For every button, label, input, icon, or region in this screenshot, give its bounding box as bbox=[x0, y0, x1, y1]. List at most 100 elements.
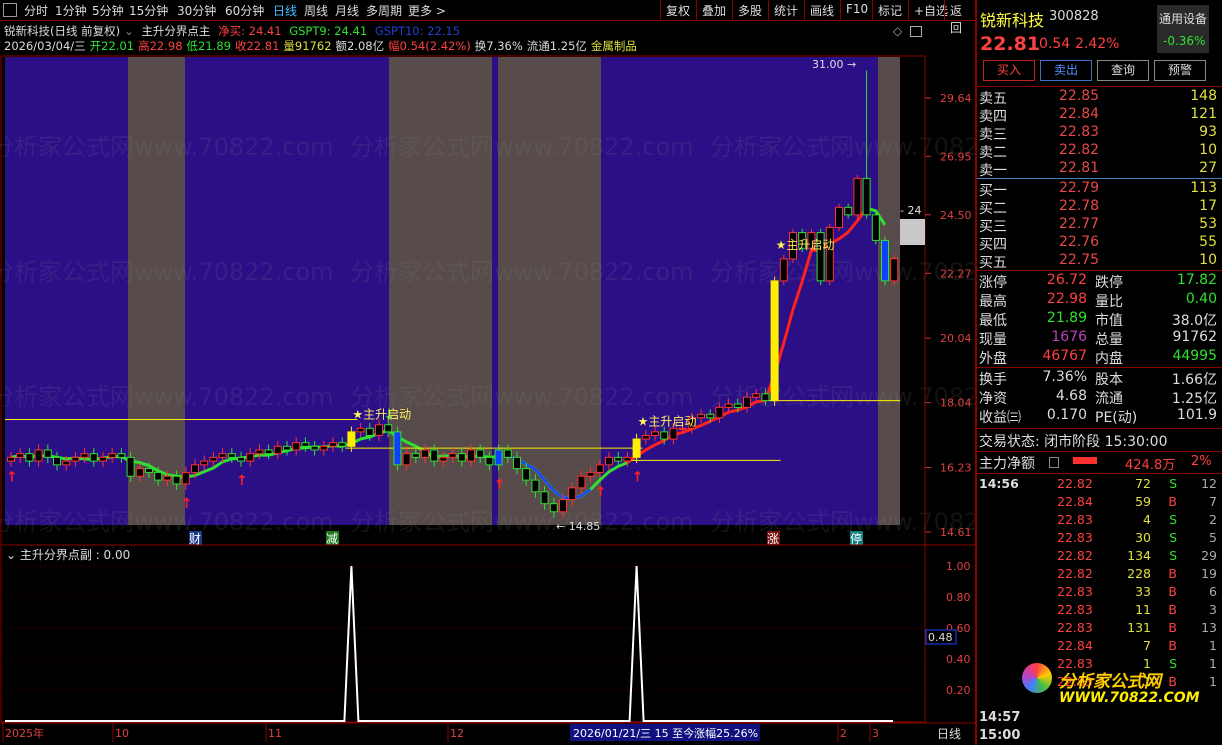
candle[interactable] bbox=[632, 438, 641, 458]
candle[interactable] bbox=[439, 456, 448, 462]
ask-row[interactable]: 卖三 22.83 93 bbox=[979, 124, 1219, 143]
candle[interactable] bbox=[494, 449, 503, 466]
candle[interactable] bbox=[890, 258, 899, 282]
candle[interactable] bbox=[71, 456, 80, 462]
candle[interactable] bbox=[218, 453, 227, 458]
candle[interactable] bbox=[540, 491, 549, 505]
event-marker-3[interactable]: 停 bbox=[850, 531, 862, 546]
candle[interactable] bbox=[154, 471, 163, 481]
candle[interactable] bbox=[393, 431, 402, 466]
candle[interactable] bbox=[660, 431, 669, 440]
candle[interactable] bbox=[338, 442, 347, 447]
candle[interactable] bbox=[881, 239, 889, 282]
period-label[interactable]: 日线 bbox=[937, 727, 961, 741]
ask-row[interactable]: 卖四 22.84 121 bbox=[979, 106, 1219, 125]
candle[interactable] bbox=[522, 468, 531, 481]
candle[interactable] bbox=[871, 214, 880, 241]
candle[interactable] bbox=[117, 453, 126, 458]
candle[interactable] bbox=[310, 445, 319, 451]
candle[interactable] bbox=[135, 468, 144, 477]
candle[interactable] bbox=[89, 453, 98, 462]
candle[interactable] bbox=[301, 442, 310, 447]
candle[interactable] bbox=[430, 449, 439, 462]
candle[interactable] bbox=[503, 449, 512, 458]
query-button[interactable]: 查询 bbox=[1097, 60, 1149, 81]
candle[interactable] bbox=[347, 431, 356, 447]
candle[interactable] bbox=[614, 456, 623, 462]
buy-button[interactable]: 买入 bbox=[983, 60, 1035, 81]
candle[interactable] bbox=[16, 453, 25, 458]
candle[interactable] bbox=[743, 396, 751, 408]
candle[interactable] bbox=[853, 177, 862, 216]
candle[interactable] bbox=[421, 449, 429, 458]
candle[interactable] bbox=[779, 258, 788, 282]
candle[interactable] bbox=[623, 456, 632, 462]
candle[interactable] bbox=[697, 413, 705, 419]
bid-row[interactable]: 买五 22.75 10 bbox=[979, 252, 1219, 271]
sector-box[interactable]: 通用设备 -0.36% bbox=[1157, 5, 1209, 53]
candle[interactable] bbox=[283, 445, 291, 451]
candle[interactable] bbox=[825, 226, 834, 282]
candle[interactable] bbox=[329, 442, 337, 447]
candle[interactable] bbox=[402, 453, 411, 466]
candle[interactable] bbox=[715, 406, 724, 419]
candle[interactable] bbox=[191, 464, 199, 473]
candle[interactable] bbox=[34, 449, 43, 462]
candle[interactable] bbox=[678, 427, 687, 430]
candle[interactable] bbox=[457, 453, 466, 462]
candle[interactable] bbox=[577, 475, 586, 489]
sell-button[interactable]: 卖出 bbox=[1040, 60, 1092, 81]
candle[interactable] bbox=[706, 413, 715, 419]
candle[interactable] bbox=[237, 456, 245, 462]
candle[interactable] bbox=[375, 424, 383, 436]
candle[interactable] bbox=[356, 427, 365, 433]
bid-row[interactable]: 买二 22.78 17 bbox=[979, 198, 1219, 217]
candle[interactable] bbox=[568, 487, 577, 501]
candle[interactable] bbox=[172, 475, 181, 485]
candle[interactable] bbox=[733, 403, 742, 408]
event-marker-2[interactable]: 涨 bbox=[767, 531, 779, 546]
candle[interactable] bbox=[227, 453, 236, 458]
candle[interactable] bbox=[724, 403, 733, 408]
candle[interactable] bbox=[411, 453, 420, 458]
candle[interactable] bbox=[641, 434, 650, 440]
candle[interactable] bbox=[200, 460, 209, 466]
bid-row[interactable]: 买四 22.76 55 bbox=[979, 234, 1219, 253]
event-marker-0[interactable]: 财 bbox=[189, 532, 201, 546]
ask-row[interactable]: 卖一 22.81 27 bbox=[979, 160, 1219, 179]
candle[interactable] bbox=[549, 503, 558, 513]
candle[interactable] bbox=[7, 456, 15, 462]
alert-button[interactable]: 预警 bbox=[1154, 60, 1206, 81]
event-marker-1[interactable]: 减 bbox=[326, 532, 338, 546]
bid-row[interactable]: 买一 22.79 113 bbox=[979, 180, 1219, 199]
candle[interactable] bbox=[669, 427, 678, 440]
candle[interactable] bbox=[62, 460, 71, 466]
candle[interactable] bbox=[586, 471, 595, 477]
candle[interactable] bbox=[448, 453, 457, 458]
candle[interactable] bbox=[559, 499, 567, 513]
candle[interactable] bbox=[43, 449, 52, 458]
candle[interactable] bbox=[25, 453, 34, 462]
candle[interactable] bbox=[99, 456, 107, 462]
candle[interactable] bbox=[531, 479, 540, 493]
candle[interactable] bbox=[513, 456, 521, 470]
candle[interactable] bbox=[163, 475, 172, 481]
list-icon[interactable] bbox=[1049, 457, 1059, 468]
candle[interactable] bbox=[365, 427, 374, 436]
candle[interactable] bbox=[246, 453, 255, 462]
candle[interactable] bbox=[145, 468, 153, 473]
candle[interactable] bbox=[80, 453, 89, 458]
candle[interactable] bbox=[485, 456, 494, 466]
candle[interactable] bbox=[467, 449, 475, 462]
candle[interactable] bbox=[255, 449, 264, 455]
candle[interactable] bbox=[108, 453, 117, 458]
candle[interactable] bbox=[605, 456, 613, 466]
candle[interactable] bbox=[384, 424, 393, 433]
candle[interactable] bbox=[651, 431, 659, 436]
candle[interactable] bbox=[595, 464, 604, 473]
candle[interactable] bbox=[181, 471, 190, 485]
candle[interactable] bbox=[476, 449, 485, 458]
candle[interactable] bbox=[862, 177, 871, 216]
candle[interactable] bbox=[209, 456, 218, 462]
candle[interactable] bbox=[126, 456, 135, 477]
